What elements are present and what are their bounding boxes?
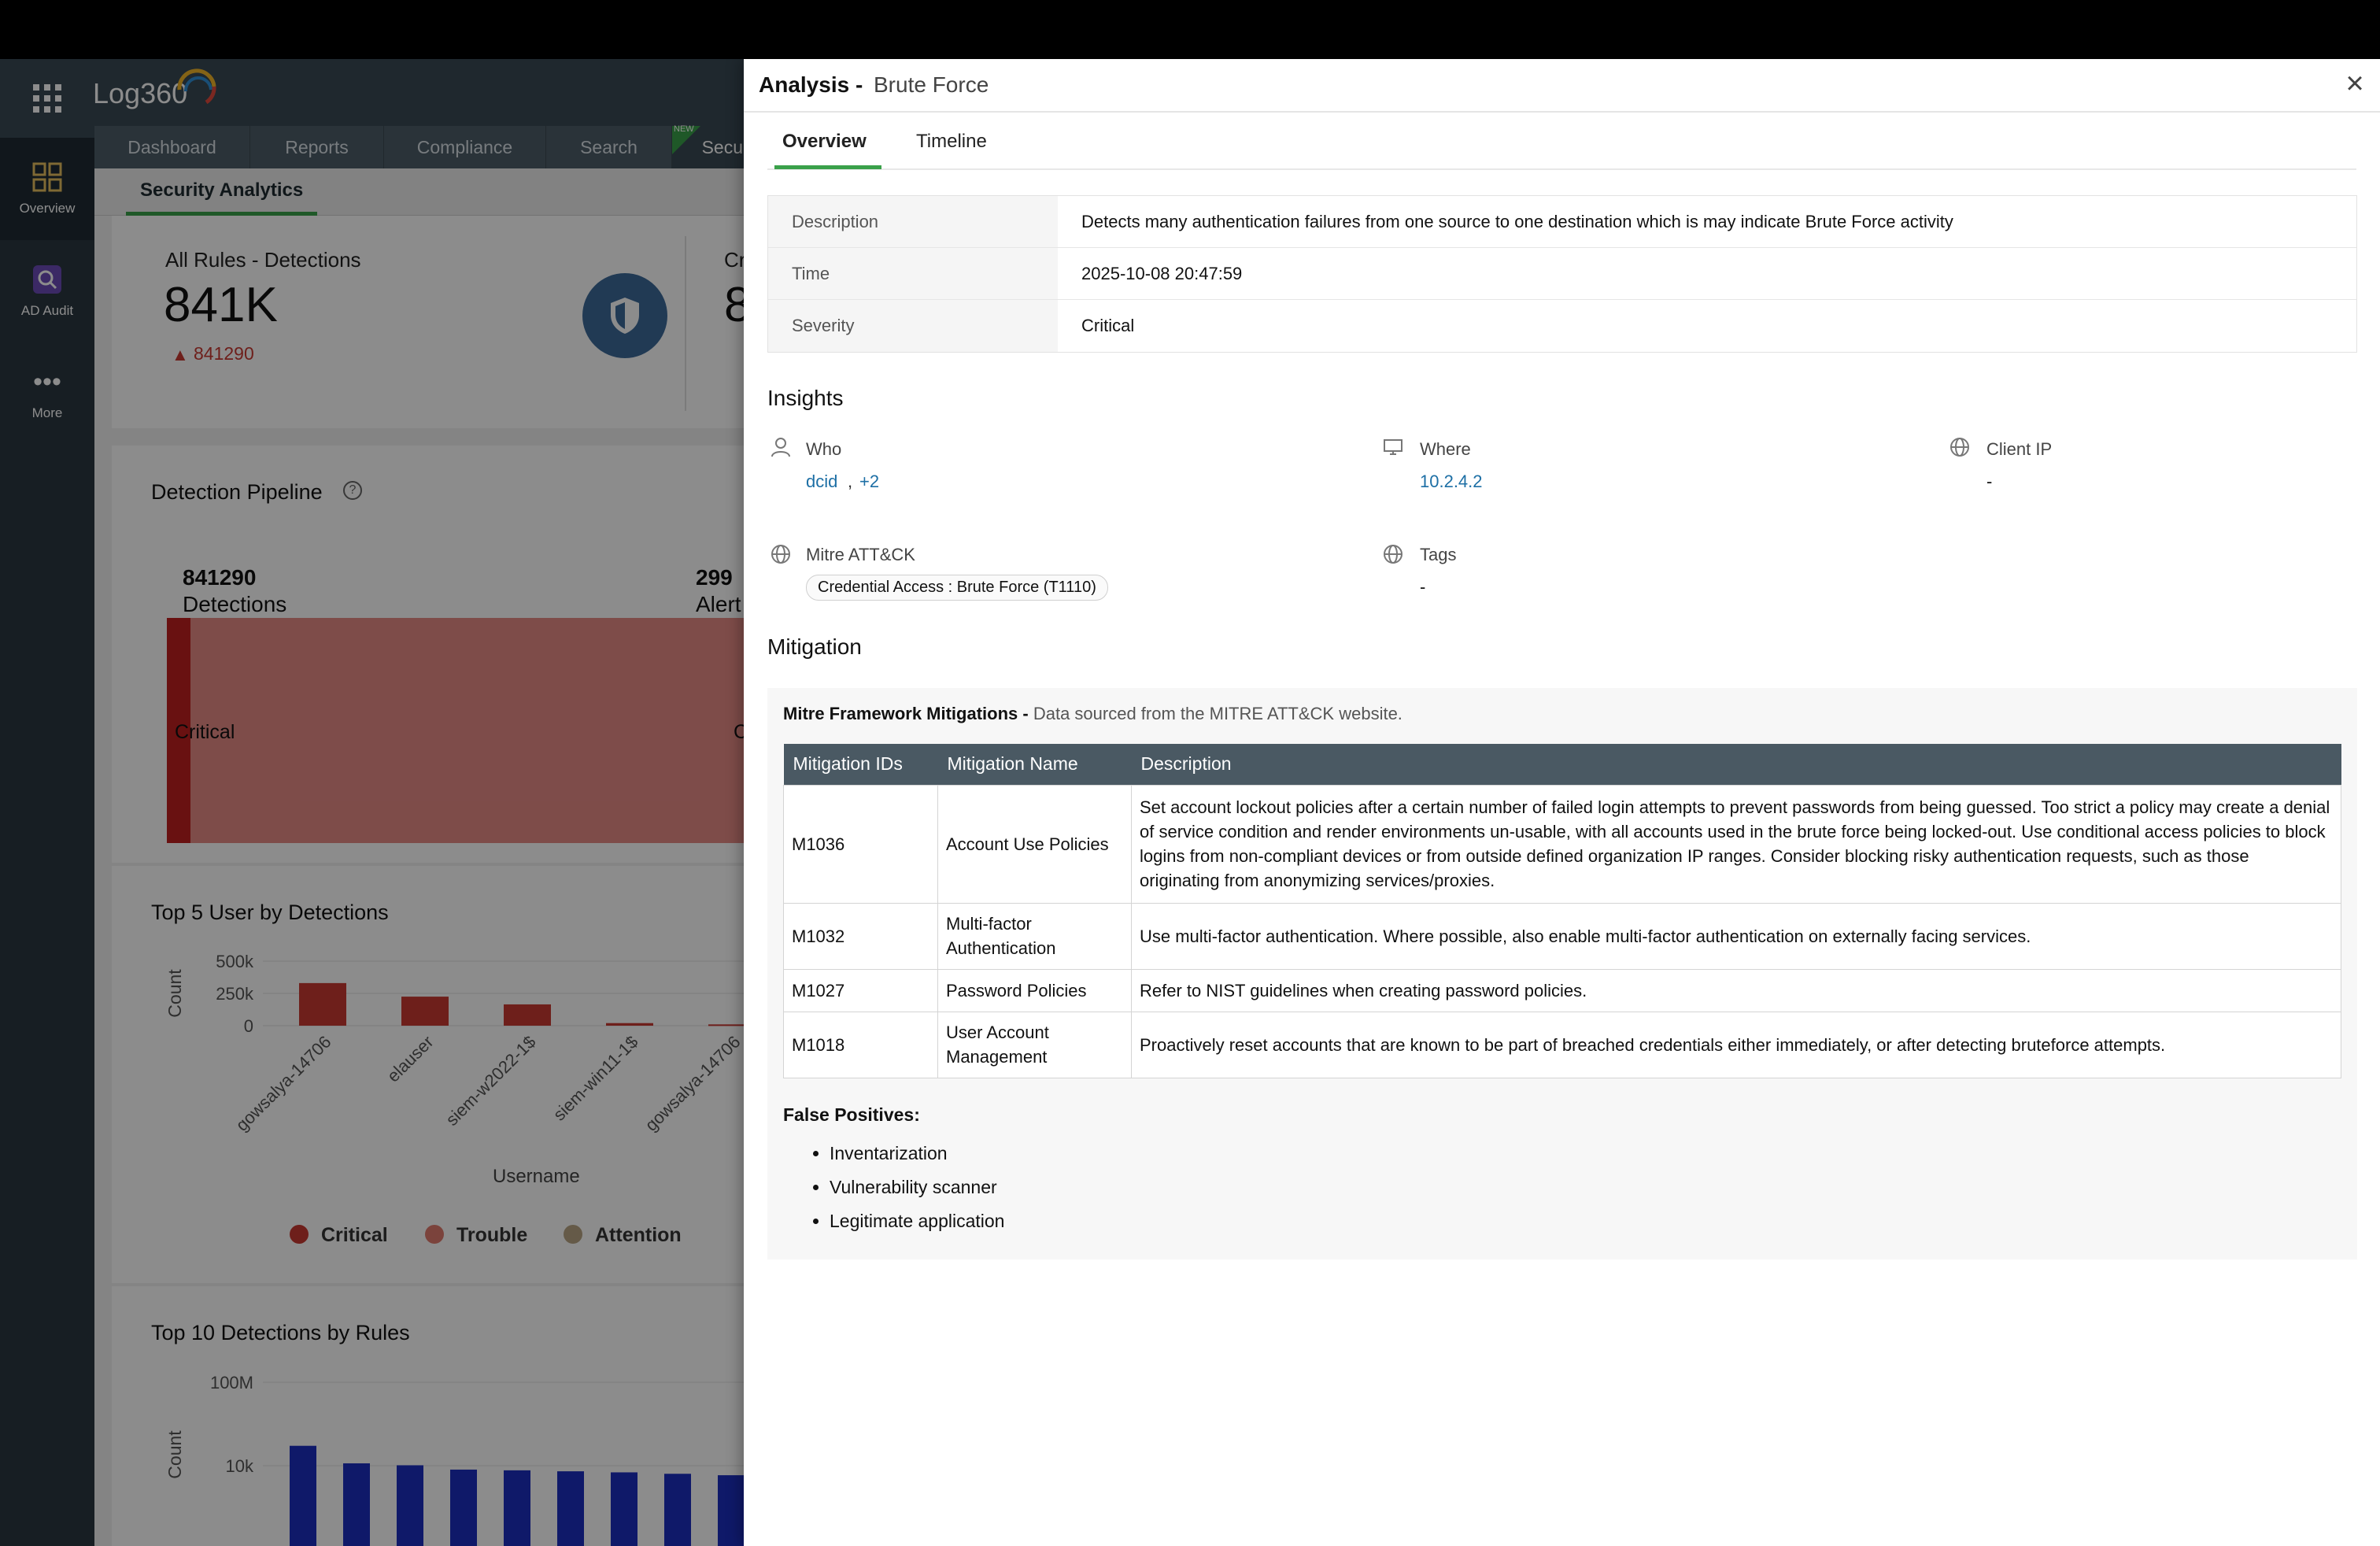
info-row-time: Time 2025-10-08 20:47:59 (768, 248, 2356, 300)
info-label-description: Description (768, 196, 1058, 247)
framework-note: Data sourced from the MITRE ATT&CK websi… (1033, 704, 1402, 723)
mitigation-id: M1032 (783, 902, 938, 970)
table-row: M1032 Multi-factor Authentication Use mu… (783, 902, 2341, 970)
mitigation-desc: Use multi-factor authentication. Where p… (1131, 902, 2341, 970)
who-separator: , (848, 472, 853, 491)
false-positives-list: Inventarization Vulnerability scanner Le… (830, 1137, 1004, 1238)
mitigation-desc: Set account lockout policies after a cer… (1131, 784, 2341, 904)
info-value-time: 2025-10-08 20:47:59 (1081, 263, 1243, 283)
tags-value: - (1420, 577, 1426, 597)
mitigation-id: M1036 (783, 784, 938, 904)
info-row-description: Description Detects many authentication … (768, 196, 2356, 248)
where-label: Where (1420, 439, 1471, 459)
monitor-icon (1384, 439, 1402, 455)
mitigation-name: Account Use Policies (937, 784, 1132, 904)
mitigation-id: M1018 (783, 1011, 938, 1078)
info-value-description: Detects many authentication failures fro… (1081, 211, 1953, 231)
mitigation-id: M1027 (783, 968, 938, 1012)
table-row: M1018 User Account Management Proactivel… (783, 1011, 2341, 1078)
tab-timeline[interactable]: Timeline (916, 131, 987, 153)
client-ip-value: - (1986, 472, 1993, 491)
false-positives-title: False Positives: (783, 1104, 920, 1125)
mitigation-framework-title: Mitre Framework Mitigations - Data sourc… (783, 704, 1402, 724)
modal-backdrop[interactable] (0, 59, 744, 1546)
framework-title: Mitre Framework Mitigations - (783, 704, 1029, 723)
mitigation-name: User Account Management (937, 1011, 1132, 1078)
list-item: Vulnerability scanner (830, 1171, 1004, 1204)
mitre-technique-chip[interactable]: Credential Access : Brute Force (T1110) (806, 575, 1108, 601)
list-item: Legitimate application (830, 1204, 1004, 1238)
globe-icon (1950, 438, 1969, 457)
mitigation-desc: Refer to NIST guidelines when creating p… (1131, 968, 2341, 1012)
mitigation-table: Mitigation IDs Mitigation Name Descripti… (783, 744, 2341, 1078)
mitigation-table-header: Mitigation IDs Mitigation Name Descripti… (783, 744, 2341, 785)
who-value-link[interactable]: dcid (806, 472, 837, 492)
panel-subtitle: Brute Force (874, 72, 989, 97)
insights-heading: Insights (767, 386, 844, 410)
info-label-severity: Severity (768, 300, 1058, 352)
mitigation-name: Multi-factor Authentication (937, 902, 1132, 970)
table-row: M1036 Account Use Policies Set account l… (783, 784, 2341, 904)
info-row-severity: Severity Critical (768, 300, 2356, 352)
client-ip-label: Client IP (1986, 439, 2053, 459)
mitre-label: Mitre ATT&CK (806, 545, 915, 564)
panel-header-divider (744, 111, 2380, 113)
col-description: Description (1131, 744, 2341, 785)
where-value-link[interactable]: 10.2.4.2 (1420, 472, 1483, 492)
active-tab-indicator (774, 165, 881, 169)
user-icon (771, 438, 790, 457)
tabs-divider (767, 168, 2356, 170)
mitigation-name: Password Policies (937, 968, 1132, 1012)
mitigation-desc: Proactively reset accounts that are know… (1131, 1011, 2341, 1078)
panel-title: Analysis - (759, 72, 863, 97)
tags-label: Tags (1420, 545, 1457, 564)
tags-icon (1384, 545, 1402, 564)
mitre-globe-icon (771, 545, 790, 564)
info-label-time: Time (768, 248, 1058, 299)
col-mitigation-name: Mitigation Name (937, 744, 1132, 785)
table-row: M1027 Password Policies Refer to NIST gu… (783, 968, 2341, 1012)
who-label: Who (806, 439, 842, 459)
window-top-bar (0, 0, 2380, 59)
mitigation-heading: Mitigation (767, 634, 862, 659)
list-item: Inventarization (830, 1137, 1004, 1171)
who-more-link[interactable]: +2 (859, 472, 879, 492)
tab-overview[interactable]: Overview (782, 131, 867, 153)
detection-info-table: Description Detects many authentication … (767, 195, 2357, 353)
close-icon[interactable]: × (2341, 68, 2369, 99)
info-value-severity: Critical (1081, 316, 1135, 335)
col-mitigation-ids: Mitigation IDs (783, 744, 938, 785)
